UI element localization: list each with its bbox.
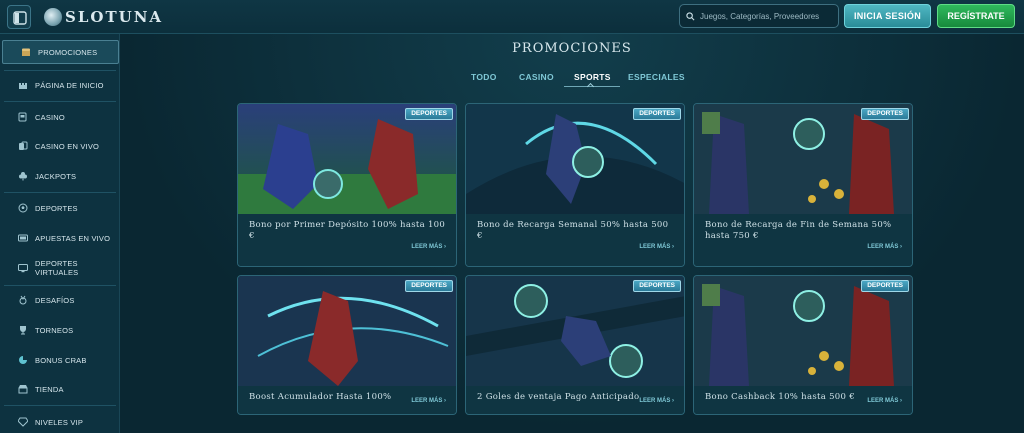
promo-card-info: Bono de Recarga de Fin de Semana 50% has… <box>694 214 912 266</box>
sidebar-divider <box>4 70 116 71</box>
sidebar-item-label: DESAFÍOS <box>35 295 75 305</box>
slot-machine-icon <box>18 112 27 122</box>
read-more-link[interactable]: LEER MÁS › <box>867 244 902 250</box>
menu-toggle-button[interactable] <box>7 5 31 29</box>
sidebar-toggle-icon <box>13 11 27 25</box>
promo-tabs: TODO CASINO SPORTS ESPECIALES <box>120 72 1024 92</box>
promo-card-info: Bono Cashback 10% hasta 500 € LEER MÁS › <box>694 386 912 414</box>
sidebar-divider <box>4 285 116 286</box>
sidebar-item-desafios[interactable]: DESAFÍOS <box>0 290 119 310</box>
promo-card[interactable]: DEPORTES Bono de Recarga Semanal 50% has… <box>465 103 685 267</box>
live-screen-icon <box>18 234 28 242</box>
logo-moon-icon <box>44 8 62 26</box>
promo-card[interactable]: DEPORTES Bono de Recarga de Fin de Seman… <box>693 103 913 267</box>
clover-icon <box>19 172 27 181</box>
promo-card-title: Bono de Recarga de Fin de Semana 50% has… <box>705 220 892 241</box>
category-badge: DEPORTES <box>633 108 681 120</box>
promo-card[interactable]: DEPORTES Boost Acumulador Hasta 100% LEE… <box>237 275 457 415</box>
sidebar-item-label: JACKPOTS <box>35 171 77 181</box>
sidebar-divider <box>4 192 116 193</box>
promo-card-image <box>694 276 912 386</box>
sidebar-item-label: DEPORTES <box>35 203 78 213</box>
search-icon <box>686 11 695 20</box>
promo-card[interactable]: DEPORTES 2 Goles de ventaja Pago Anticip… <box>465 275 685 415</box>
sidebar-item-label: DEPORTES VIRTUALES <box>35 259 79 277</box>
page-title: PROMOCIONES <box>512 41 632 56</box>
promo-card-image <box>694 104 912 214</box>
category-badge: DEPORTES <box>861 108 909 120</box>
main-content: PROMOCIONES TODO CASINO SPORTS ESPECIALE… <box>120 34 1024 433</box>
live-cards-icon <box>19 141 28 150</box>
soccer-ball-icon <box>18 203 28 213</box>
sidebar-item-apuestas-en-vivo[interactable]: APUESTAS EN VIVO <box>0 228 119 248</box>
read-more-link[interactable]: LEER MÁS › <box>867 398 902 404</box>
category-badge: DEPORTES <box>861 280 909 292</box>
read-more-link[interactable]: LEER MÁS › <box>639 398 674 404</box>
medal-icon <box>19 295 27 305</box>
sidebar-item-tienda[interactable]: TIENDA <box>0 379 119 399</box>
promo-card-info: Bono de Recarga Semanal 50% hasta 500 € … <box>466 214 684 266</box>
category-badge: DEPORTES <box>405 280 453 292</box>
promo-card-image <box>238 104 456 214</box>
brand-name: SLOTUNA <box>65 8 164 26</box>
sidebar-item-label: CASINO <box>35 112 65 122</box>
login-button[interactable]: INICIA SESIÓN <box>844 4 931 28</box>
tab-especiales[interactable]: ESPECIALES <box>628 72 685 82</box>
tab-sports[interactable]: SPORTS <box>574 72 611 82</box>
treasure-chest-icon <box>22 48 30 56</box>
sidebar-divider <box>4 101 116 102</box>
virtual-screen-icon <box>18 264 28 273</box>
promo-card-image <box>466 104 684 214</box>
promo-card-info: Bono por Primer Depósito 100% hasta 100 … <box>238 214 456 266</box>
category-badge: DEPORTES <box>405 108 453 120</box>
search-input[interactable] <box>700 11 830 21</box>
sidebar-item-label: TORNEOS <box>35 325 74 335</box>
sidebar-item-label: PROMOCIONES <box>38 47 98 57</box>
sidebar-item-casino[interactable]: CASINO <box>0 107 119 127</box>
trophy-icon <box>20 326 26 335</box>
sidebar-item-promociones[interactable]: PROMOCIONES <box>2 40 119 64</box>
diamond-icon <box>18 417 28 427</box>
promo-card-info: Boost Acumulador Hasta 100% LEER MÁS › <box>238 386 456 414</box>
crab-icon <box>19 356 27 364</box>
promo-card[interactable]: DEPORTES Bono por Primer Depósito 100% h… <box>237 103 457 267</box>
castle-icon <box>19 83 27 89</box>
active-tab-caret-icon <box>586 82 595 91</box>
search-box[interactable] <box>679 4 839 28</box>
sidebar-item-inicio[interactable]: PÁGINA DE INICIO <box>0 75 119 95</box>
sidebar-item-label: NIVELES VIP <box>35 417 84 427</box>
promo-card-image <box>466 276 684 386</box>
sidebar-item-label: APUESTAS EN VIVO <box>35 233 111 243</box>
sidebar-item-niveles-vip[interactable]: NIVELES VIP <box>0 412 119 432</box>
category-badge: DEPORTES <box>633 280 681 292</box>
sidebar-item-label: CASINO EN VIVO <box>35 141 100 151</box>
promo-card[interactable]: DEPORTES Bono Cashback 10% hasta 500 € L… <box>693 275 913 415</box>
sidebar-item-bonus-crab[interactable]: BONUS CRAB <box>0 350 119 370</box>
sidebar-divider <box>4 405 116 406</box>
read-more-link[interactable]: LEER MÁS › <box>639 244 674 250</box>
sidebar-item-deportes-virtuales[interactable]: DEPORTES VIRTUALES <box>0 255 119 281</box>
read-more-link[interactable]: LEER MÁS › <box>411 398 446 404</box>
sidebar-item-label: TIENDA <box>35 384 64 394</box>
sidebar-item-casino-en-vivo[interactable]: CASINO EN VIVO <box>0 136 119 156</box>
tab-casino[interactable]: CASINO <box>519 72 554 82</box>
store-icon <box>18 385 28 394</box>
sidebar-item-torneos[interactable]: TORNEOS <box>0 320 119 340</box>
sidebar-item-deportes[interactable]: DEPORTES <box>0 198 119 218</box>
promo-card-info: 2 Goles de ventaja Pago Anticipado LEER … <box>466 386 684 414</box>
promo-card-title: Bono por Primer Depósito 100% hasta 100 … <box>249 220 446 241</box>
promo-card-image <box>238 276 456 386</box>
sidebar-item-label: BONUS CRAB <box>35 355 87 365</box>
promo-card-title: Bono de Recarga Semanal 50% hasta 500 € <box>477 220 669 241</box>
sidebar-item-jackpots[interactable]: JACKPOTS <box>0 166 119 186</box>
read-more-link[interactable]: LEER MÁS › <box>411 244 446 250</box>
tab-todo[interactable]: TODO <box>471 72 497 82</box>
sidebar: PROMOCIONES PÁGINA DE INICIO CASINO CASI… <box>0 34 120 433</box>
register-button[interactable]: REGÍSTRATE <box>937 4 1015 28</box>
sidebar-item-label: PÁGINA DE INICIO <box>35 80 104 90</box>
top-header: SLOTUNA INICIA SESIÓN REGÍSTRATE <box>0 0 1024 34</box>
brand-logo[interactable]: SLOTUNA <box>44 6 163 28</box>
